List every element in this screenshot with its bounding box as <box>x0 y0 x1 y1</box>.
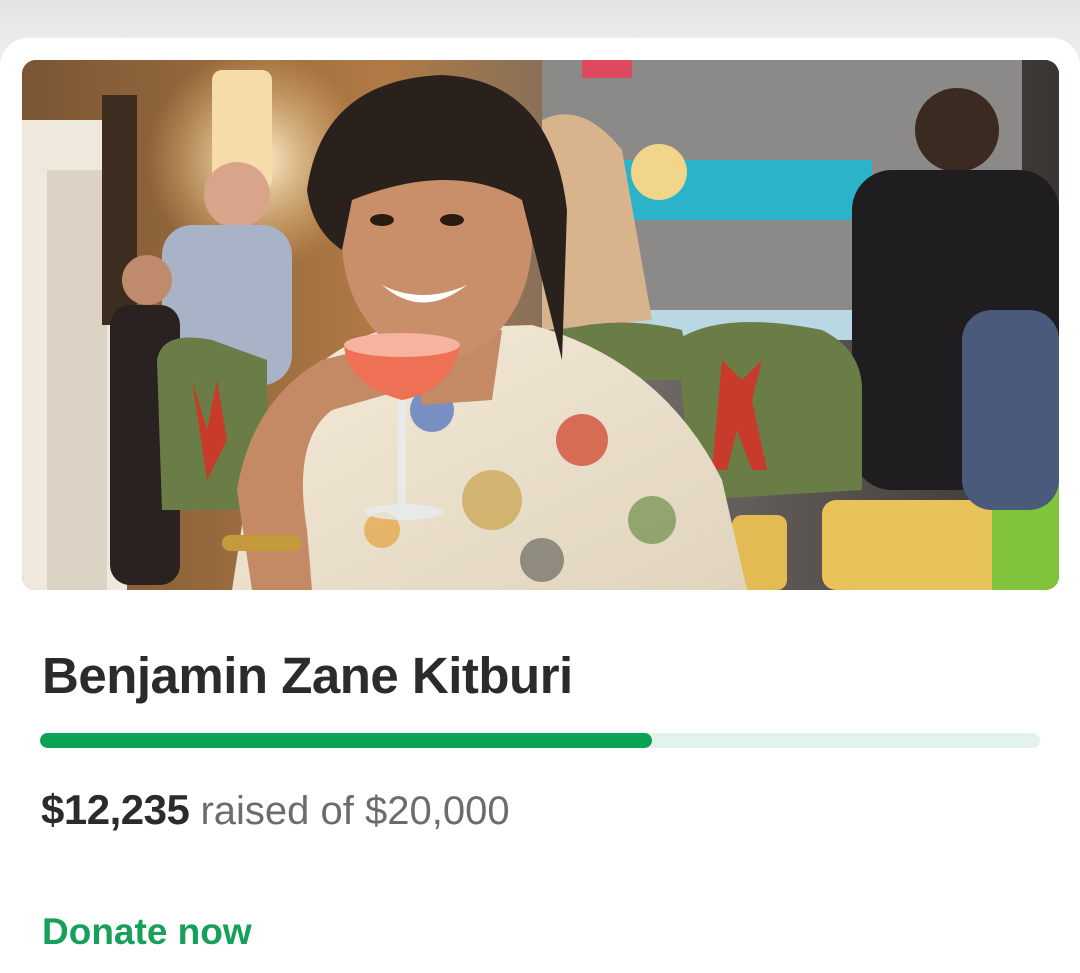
progress-bar <box>40 733 1040 748</box>
progress-bar-fill <box>40 733 652 748</box>
campaign-title[interactable]: Benjamin Zane Kitburi <box>42 646 573 705</box>
raised-of-label: raised of <box>200 789 354 833</box>
amount-raised-line: $12,235 raised of $20,000 <box>41 786 510 834</box>
fundraiser-card[interactable]: Benjamin Zane Kitburi $12,235 raised of … <box>0 38 1080 973</box>
fundraiser-photo[interactable] <box>22 60 1059 590</box>
donate-now-button[interactable]: Donate now <box>42 911 252 953</box>
goal-amount: $20,000 <box>365 789 510 833</box>
raised-amount: $12,235 <box>41 786 190 833</box>
cocktail-photo-illustration <box>22 60 1059 590</box>
